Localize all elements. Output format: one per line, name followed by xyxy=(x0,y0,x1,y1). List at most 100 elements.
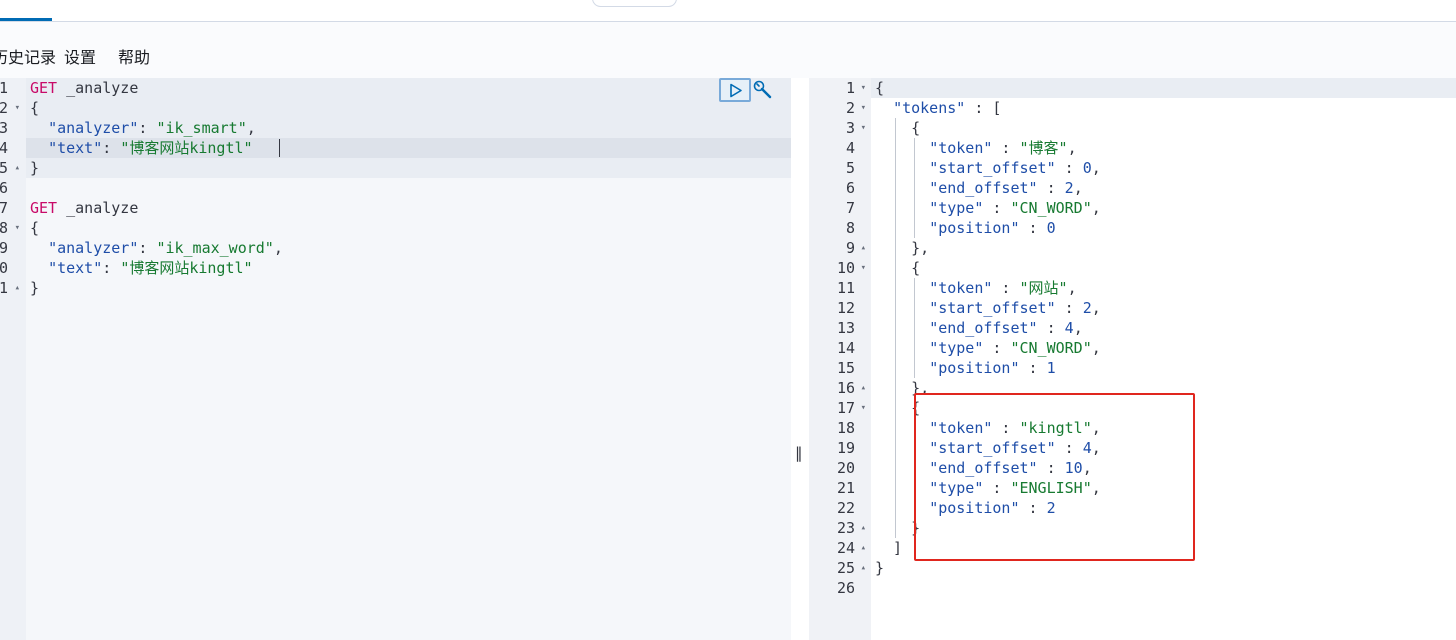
fold-open-icon[interactable]: ▾ xyxy=(861,118,866,138)
code-line: "text": "博客网站kingtl" xyxy=(30,258,253,278)
line-number: 16 xyxy=(836,379,855,397)
fold-open-icon[interactable]: ▾ xyxy=(861,98,866,118)
fold-open-icon[interactable]: ▾ xyxy=(861,78,866,98)
line-number: 4 xyxy=(0,139,8,157)
fold-close-icon[interactable]: ▴ xyxy=(861,518,866,538)
line-number: 10 xyxy=(0,259,8,277)
code-token: : xyxy=(1019,219,1047,237)
indent-guide xyxy=(914,278,915,378)
line-number: 24 xyxy=(836,539,855,557)
line-number: 18 xyxy=(836,419,855,437)
code-token: 2 xyxy=(1082,299,1092,317)
line-number: 4 xyxy=(845,139,855,157)
code-line: "analyzer": "ik_smart", xyxy=(30,118,256,138)
resize-handle[interactable]: ‖ xyxy=(795,444,803,462)
code-token: , xyxy=(1073,319,1083,337)
code-token: "type" xyxy=(929,199,984,217)
code-token: : xyxy=(983,199,1011,217)
code-token: "博客网站kingtl" xyxy=(120,139,253,157)
code-token: "start_offset" xyxy=(929,159,1056,177)
line-number: 1 xyxy=(845,79,855,97)
pane-divider[interactable] xyxy=(791,78,809,640)
code-token: GET xyxy=(30,199,58,217)
code-token: : xyxy=(992,279,1020,297)
code-token: 4 xyxy=(1064,319,1074,337)
play-icon xyxy=(730,83,742,98)
code-token: "网站" xyxy=(1019,279,1068,297)
code-line: { xyxy=(875,118,920,138)
line-number: 3 xyxy=(845,119,855,137)
text-cursor xyxy=(279,139,280,157)
indent-guide xyxy=(914,138,915,238)
fold-close-icon[interactable]: ▴ xyxy=(861,538,866,558)
line-number: 17 xyxy=(836,399,855,417)
code-token: }, xyxy=(875,239,930,257)
fold-close-icon[interactable]: ▴ xyxy=(15,158,20,178)
request-editor[interactable]: 12▾345▴678▾91011▴ GET _analyze{ "analyze… xyxy=(0,78,791,640)
code-token: , xyxy=(1067,139,1077,157)
code-token: "ik_max_word" xyxy=(156,239,274,257)
code-line: { xyxy=(30,98,39,118)
line-number: 6 xyxy=(845,179,855,197)
code-line: "end_offset" : 2, xyxy=(875,178,1083,198)
code-token: { xyxy=(30,99,40,117)
request-line-gutter: 1 2 ▾ 3 4 5 ▴ 6 7 8 ▾ 9 10 11 ▴ xyxy=(0,78,26,640)
code-line: "type" : "CN_WORD", xyxy=(875,198,1101,218)
code-token: , xyxy=(1091,299,1101,317)
code-line: "position" : 1 xyxy=(875,358,1056,378)
console-menu-bar: 历史记录 设置 帮助 xyxy=(0,22,1456,78)
fold-close-icon[interactable]: ▴ xyxy=(861,238,866,258)
fold-open-icon[interactable]: ▾ xyxy=(861,258,866,278)
request-options-button[interactable] xyxy=(752,79,774,101)
line-number: 11 xyxy=(836,279,855,297)
line-number: 3 xyxy=(0,119,8,137)
line-number: 25 xyxy=(836,559,855,577)
menu-settings[interactable]: 设置 xyxy=(64,44,96,68)
code-token: : xyxy=(138,239,157,257)
line-number: 14 xyxy=(836,339,855,357)
fold-open-icon[interactable]: ▾ xyxy=(15,98,20,118)
code-token: "tokens" xyxy=(893,99,966,117)
line-number: 2 xyxy=(0,99,8,117)
code-token: : xyxy=(1055,159,1083,177)
line-number: 5 xyxy=(0,159,8,177)
line-number: 9 xyxy=(845,239,855,257)
run-request-button[interactable] xyxy=(719,78,751,102)
code-token: "text" xyxy=(48,259,103,277)
code-token: "博客网站kingtl" xyxy=(120,259,253,277)
line-number: 19 xyxy=(836,439,855,457)
fold-open-icon[interactable]: ▾ xyxy=(15,218,20,238)
menu-help[interactable]: 帮助 xyxy=(118,44,150,68)
fold-close-icon[interactable]: ▴ xyxy=(861,558,866,578)
top-badge[interactable] xyxy=(592,0,677,7)
fold-close-icon[interactable]: ▴ xyxy=(15,278,20,298)
code-token: "position" xyxy=(929,359,1020,377)
code-token: 1 xyxy=(1046,359,1056,377)
code-line: "text": "博客网站kingtl" xyxy=(30,138,253,158)
code-token: , xyxy=(273,239,283,257)
code-token: "ik_smart" xyxy=(156,119,247,137)
code-token: } xyxy=(30,279,40,297)
menu-history[interactable]: 历史记录 xyxy=(0,44,56,68)
fold-close-icon[interactable]: ▴ xyxy=(861,378,866,398)
code-token: : xyxy=(102,139,121,157)
code-token: { xyxy=(875,119,921,137)
line-number: 7 xyxy=(0,199,8,217)
line-number: 20 xyxy=(836,459,855,477)
code-token: , xyxy=(1073,179,1083,197)
line-number: 12 xyxy=(836,299,855,317)
code-token: _analyze xyxy=(57,79,139,97)
code-token: } xyxy=(30,159,40,177)
code-token: : xyxy=(1055,299,1083,317)
fold-open-icon[interactable]: ▾ xyxy=(861,398,866,418)
active-tab-indicator xyxy=(0,18,52,21)
